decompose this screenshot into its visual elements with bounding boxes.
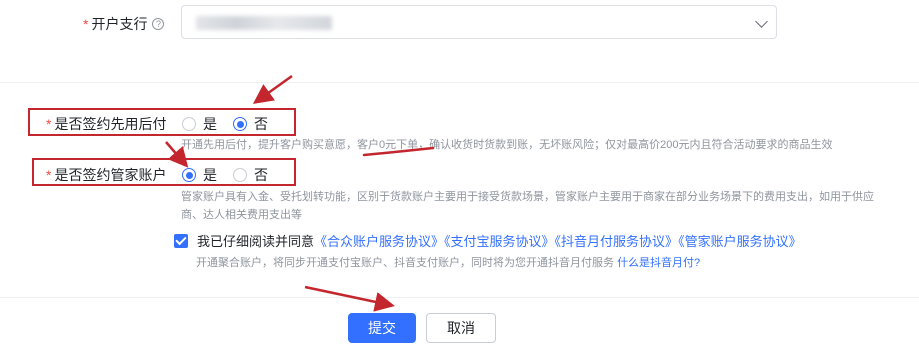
- pay-later-label: * 是否签约先用后付: [46, 114, 166, 134]
- pay-later-hint: 开通先用后付，提升客户购买意愿，客户0元下单，确认收货时货款到账，无坏账风险；仅…: [181, 139, 833, 151]
- steward-hint-line2: 商、达人相关费用支出等: [181, 209, 302, 221]
- pay-later-radio-no[interactable]: 否: [233, 114, 268, 134]
- steward-radio-group: 是 否: [182, 165, 284, 185]
- submit-button[interactable]: 提交: [348, 313, 416, 343]
- agreement-link-alipay[interactable]: 《支付宝服务协议》: [444, 234, 555, 249]
- steward-hint-line1: 管家账户具有入金、受托划转功能，区别于货款账户主要用于接受货款场景，管家账户主要…: [181, 191, 874, 203]
- pay-later-radio-group: 是 否: [182, 114, 284, 134]
- agreement-link-douyin-yuefu[interactable]: 《抖音月付服务协议》: [555, 234, 679, 249]
- branch-label: * 开户支行 ?: [83, 14, 165, 34]
- radio-checked-icon[interactable]: [233, 117, 247, 131]
- annotation-arrow-submit: [304, 285, 395, 312]
- footer-divider: [0, 297, 919, 298]
- branch-label-text: 开户支行: [91, 16, 148, 32]
- annotation-arrow-pay-later: [252, 74, 293, 104]
- radio-unchecked-icon[interactable]: [182, 117, 196, 131]
- branch-select[interactable]: [181, 5, 777, 39]
- required-mark: *: [46, 167, 52, 183]
- agreement-note-text: 开通聚合账户，将同步开通支付宝账户、抖音支付账户，同时将为您开通抖音月付服务: [196, 257, 614, 269]
- agreement-note: 开通聚合账户，将同步开通支付宝账户、抖音支付账户，同时将为您开通抖音月付服务 什…: [196, 255, 700, 272]
- pay-later-label-text: 是否签约先用后付: [54, 116, 167, 132]
- required-mark: *: [46, 116, 52, 132]
- radio-checked-icon[interactable]: [182, 168, 196, 182]
- agreement-prefix: 我已仔细阅读并同意: [197, 234, 315, 249]
- radio-label: 否: [254, 116, 268, 132]
- steward-label: * 是否签约管家账户: [46, 165, 166, 185]
- radio-label: 是: [203, 167, 217, 183]
- steward-radio-no[interactable]: 否: [233, 165, 268, 185]
- radio-label: 是: [203, 116, 217, 132]
- agreement-checkbox[interactable]: [174, 233, 188, 248]
- radio-label: 否: [254, 167, 268, 183]
- agreement-row: 我已仔细阅读并同意《合众账户服务协议》《支付宝服务协议》《抖音月付服务协议》《管…: [174, 231, 802, 250]
- cancel-button[interactable]: 取消: [426, 313, 496, 343]
- agreement-link-steward[interactable]: 《管家账户服务协议》: [678, 234, 802, 249]
- branch-select-value-blurred: [196, 16, 332, 30]
- chevron-down-icon[interactable]: [755, 15, 768, 28]
- steward-label-text: 是否签约管家账户: [54, 167, 167, 183]
- question-circle-icon[interactable]: ?: [152, 18, 165, 30]
- agreement-text: 我已仔细阅读并同意《合众账户服务协议》《支付宝服务协议》《抖音月付服务协议》《管…: [197, 231, 802, 250]
- section-divider: [0, 82, 919, 83]
- what-is-douyin-yuefu-link[interactable]: 什么是抖音月付?: [617, 257, 700, 269]
- pay-later-radio-yes[interactable]: 是: [182, 114, 217, 134]
- steward-radio-yes[interactable]: 是: [182, 165, 217, 185]
- radio-unchecked-icon[interactable]: [233, 168, 247, 182]
- agreement-link-hezhong[interactable]: 《合众账户服务协议》: [314, 234, 444, 249]
- required-mark: *: [83, 16, 89, 32]
